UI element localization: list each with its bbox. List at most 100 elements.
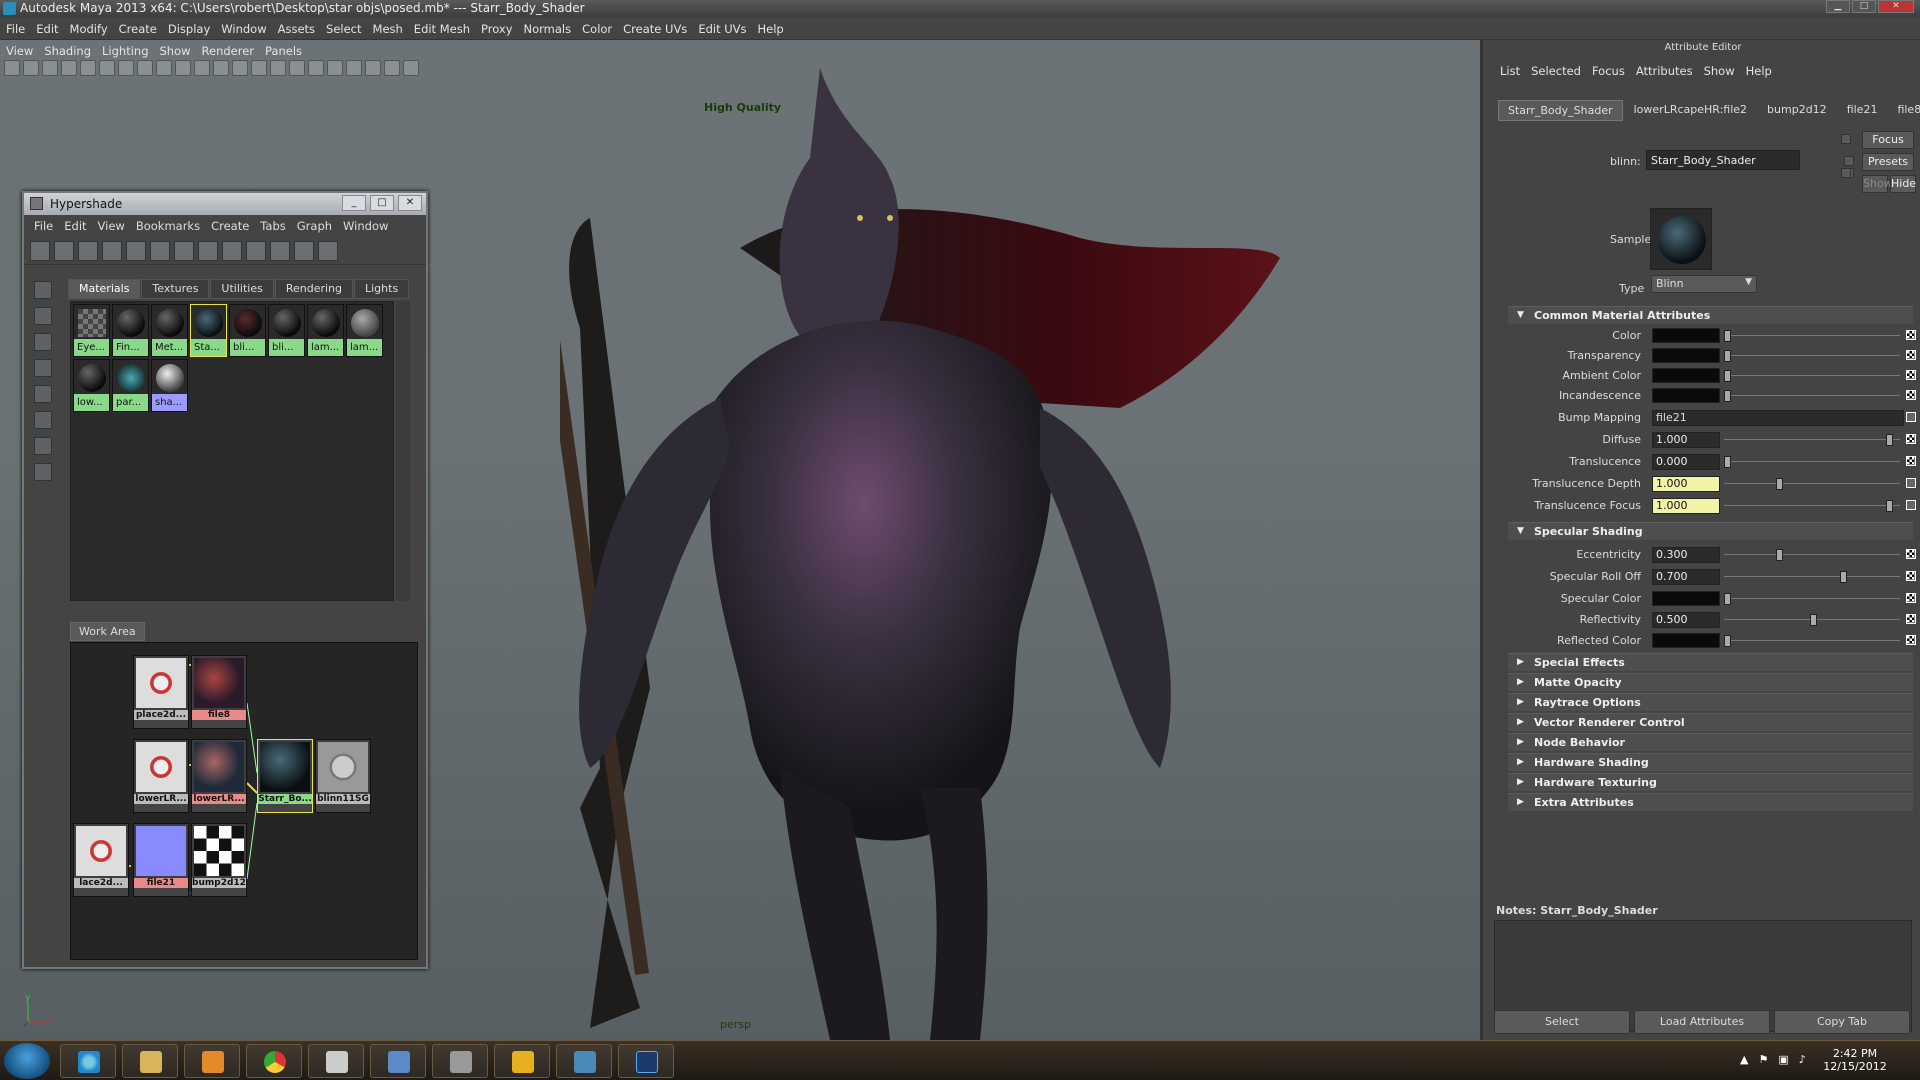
go-output-icon[interactable] bbox=[1841, 168, 1851, 178]
slider-knob[interactable] bbox=[1886, 500, 1893, 512]
side-tool-8-icon[interactable] bbox=[34, 463, 52, 481]
taskbar-ie-icon[interactable] bbox=[60, 1044, 116, 1078]
material-swatch[interactable]: par... bbox=[112, 359, 149, 412]
reflected-color-swatch[interactable] bbox=[1652, 633, 1720, 648]
ae-menu-focus[interactable]: Focus bbox=[1592, 64, 1625, 78]
ae-menu-attributes[interactable]: Attributes bbox=[1636, 64, 1693, 78]
ae-tab-file8[interactable]: file8 bbox=[1888, 100, 1920, 121]
specular-color-swatch[interactable] bbox=[1652, 591, 1720, 606]
hs-menu-edit[interactable]: Edit bbox=[64, 219, 86, 233]
render-view-icon[interactable] bbox=[318, 240, 338, 261]
hs-menu-window[interactable]: Window bbox=[343, 219, 388, 233]
graph-node[interactable]: place2d... bbox=[133, 655, 189, 729]
resolution-gate-icon[interactable] bbox=[118, 60, 134, 76]
translucence-field[interactable]: 0.000 bbox=[1652, 454, 1720, 470]
ae-menu-selected[interactable]: Selected bbox=[1531, 64, 1581, 78]
tab-work-area[interactable]: Work Area bbox=[70, 622, 145, 641]
next-graph-icon[interactable] bbox=[270, 240, 290, 261]
diffuse-field[interactable]: 1.000 bbox=[1652, 432, 1720, 448]
shadows-icon[interactable] bbox=[327, 60, 343, 76]
section-matte-opacity[interactable]: ▶ Matte Opacity bbox=[1508, 673, 1913, 691]
tab-materials[interactable]: Materials bbox=[68, 279, 141, 299]
slider-knob[interactable] bbox=[1724, 390, 1731, 402]
slider-knob[interactable] bbox=[1724, 370, 1731, 382]
menu-window[interactable]: Window bbox=[221, 22, 266, 36]
section-specular-shading[interactable]: ▼ Specular Shading bbox=[1508, 522, 1913, 540]
graph-node[interactable]: lace2d... bbox=[73, 823, 129, 897]
material-swatch[interactable]: Eye... bbox=[73, 304, 110, 357]
top-tabs-only-icon[interactable] bbox=[54, 240, 74, 261]
slider-knob[interactable] bbox=[1724, 330, 1731, 342]
graph-input-connections-icon[interactable] bbox=[126, 240, 146, 261]
show-button[interactable]: Show bbox=[1862, 175, 1893, 193]
menu-select[interactable]: Select bbox=[326, 22, 361, 36]
graph-node-selected[interactable]: Starr_Bo... bbox=[257, 739, 313, 813]
start-button-icon[interactable] bbox=[4, 1043, 50, 1079]
slider-knob[interactable] bbox=[1886, 434, 1893, 446]
graph-node[interactable]: lowerLR... bbox=[133, 739, 189, 813]
panel-menu-view[interactable]: View bbox=[6, 44, 33, 58]
image-plane-icon[interactable] bbox=[61, 60, 77, 76]
material-swatch[interactable]: Fin... bbox=[112, 304, 149, 357]
material-swatch[interactable]: bli... bbox=[229, 304, 266, 357]
panel-menu-show[interactable]: Show bbox=[160, 44, 191, 58]
hs-menu-view[interactable]: View bbox=[98, 219, 125, 233]
load-attributes-button[interactable]: Load Attributes bbox=[1634, 1010, 1770, 1034]
camera-attributes-icon[interactable] bbox=[23, 60, 39, 76]
default-lighting-icon[interactable] bbox=[289, 60, 305, 76]
minimize-button[interactable]: ▁ bbox=[1826, 0, 1850, 13]
menu-modify[interactable]: Modify bbox=[70, 22, 108, 36]
bookmark-icon[interactable] bbox=[42, 60, 58, 76]
material-sample-swatch[interactable] bbox=[1650, 208, 1712, 270]
field-chart-icon[interactable] bbox=[156, 60, 172, 76]
taskbar-zbrush-icon[interactable] bbox=[308, 1044, 364, 1078]
menu-edit-uvs[interactable]: Edit UVs bbox=[698, 22, 746, 36]
section-node-behavior[interactable]: ▶ Node Behavior bbox=[1508, 733, 1913, 751]
ae-tab-lowerlrcape-file2[interactable]: lowerLRcapeHR:file2 bbox=[1625, 100, 1756, 121]
hs-menu-tabs[interactable]: Tabs bbox=[260, 219, 285, 233]
transparency-swatch[interactable] bbox=[1652, 348, 1720, 363]
slider-knob[interactable] bbox=[1724, 635, 1731, 647]
taskbar-vray-icon[interactable] bbox=[494, 1044, 550, 1078]
side-tool-3-icon[interactable] bbox=[34, 333, 52, 351]
menu-assets[interactable]: Assets bbox=[278, 22, 315, 36]
presets-button[interactable]: Presets bbox=[1862, 153, 1914, 171]
map-button-icon[interactable] bbox=[1906, 370, 1916, 380]
eccentricity-field[interactable]: 0.300 bbox=[1652, 547, 1720, 563]
taskbar-media-player-icon[interactable] bbox=[184, 1044, 240, 1078]
specular-rolloff-field[interactable]: 0.700 bbox=[1652, 569, 1720, 585]
graph-node[interactable]: file8 bbox=[191, 655, 247, 729]
map-button-icon[interactable] bbox=[1906, 500, 1916, 510]
create-bar-toggle-icon[interactable] bbox=[30, 240, 50, 261]
swatch-scrollbar[interactable] bbox=[396, 301, 410, 601]
menu-proxy[interactable]: Proxy bbox=[481, 22, 513, 36]
ae-tab-bump2d12[interactable]: bump2d12 bbox=[1758, 100, 1836, 121]
outliner-persp-icon[interactable] bbox=[403, 60, 419, 76]
menu-display[interactable]: Display bbox=[168, 22, 210, 36]
menu-normals[interactable]: Normals bbox=[524, 22, 572, 36]
slider-knob[interactable] bbox=[1724, 456, 1731, 468]
map-button-icon[interactable] bbox=[1906, 330, 1916, 340]
top-bottom-tabs-icon[interactable] bbox=[102, 240, 122, 261]
add-graph-icon[interactable] bbox=[294, 240, 314, 261]
section-raytrace-options[interactable]: ▶ Raytrace Options bbox=[1508, 693, 1913, 711]
prev-graph-icon[interactable] bbox=[246, 240, 266, 261]
map-button-icon[interactable] bbox=[1906, 635, 1916, 645]
single-perspective-icon[interactable] bbox=[365, 60, 381, 76]
map-button-icon[interactable] bbox=[1906, 593, 1916, 603]
material-swatch[interactable]: lam... bbox=[307, 304, 344, 357]
map-button-icon[interactable] bbox=[1906, 412, 1916, 422]
graph-node[interactable]: blinn11SG bbox=[315, 739, 371, 813]
select-button[interactable]: Select bbox=[1494, 1010, 1630, 1034]
input-connection-icon[interactable] bbox=[1844, 156, 1854, 166]
graph-output-connections-icon[interactable] bbox=[150, 240, 170, 261]
hide-button[interactable]: Hide bbox=[1890, 175, 1916, 193]
hs-maximize-button[interactable]: □ bbox=[370, 195, 394, 211]
tab-utilities[interactable]: Utilities bbox=[210, 279, 274, 299]
map-button-icon[interactable] bbox=[1906, 456, 1916, 466]
type-dropdown[interactable]: Blinn ▼ bbox=[1651, 275, 1757, 293]
hs-menu-create[interactable]: Create bbox=[211, 219, 249, 233]
panel-menu-panels[interactable]: Panels bbox=[265, 44, 302, 58]
slider-knob[interactable] bbox=[1724, 593, 1731, 605]
hs-menu-bookmarks[interactable]: Bookmarks bbox=[136, 219, 200, 233]
